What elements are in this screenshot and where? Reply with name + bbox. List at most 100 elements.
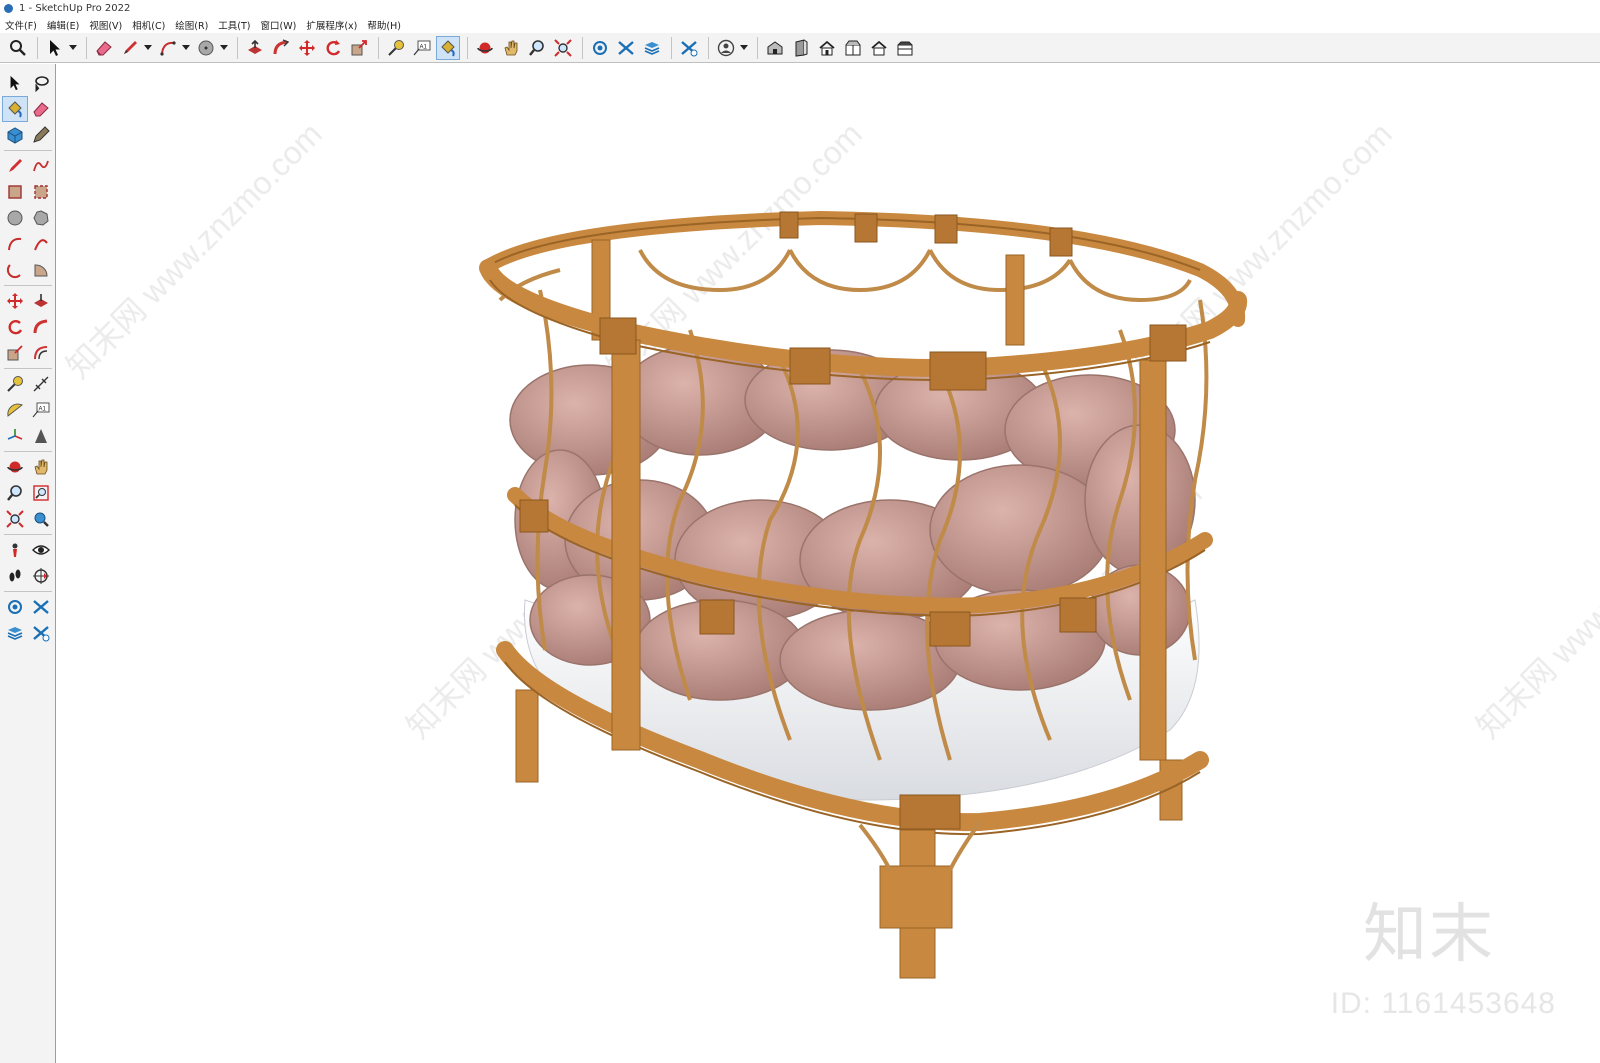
tag-icon xyxy=(33,126,50,143)
3d-warehouse-button[interactable] xyxy=(588,36,612,60)
search-icon xyxy=(10,39,26,56)
lt-dimension-button[interactable] xyxy=(28,371,54,397)
top-view-button[interactable] xyxy=(841,36,865,60)
user-account-button[interactable] xyxy=(714,36,738,60)
lt-pie-button[interactable] xyxy=(28,257,54,283)
large-tool-set-toolbar: A1 xyxy=(0,64,56,1063)
scale-tool-button[interactable] xyxy=(347,36,371,60)
right-view-button[interactable] xyxy=(789,36,813,60)
select-tool-button[interactable] xyxy=(43,36,67,60)
lt-tag-button[interactable] xyxy=(28,122,54,148)
lt-polygon-button[interactable] xyxy=(28,205,54,231)
pan-tool-button[interactable] xyxy=(499,36,523,60)
menu-window[interactable]: 窗口(W) xyxy=(261,18,297,32)
line-dropdown-button[interactable] xyxy=(144,36,152,60)
menu-camera[interactable]: 相机(C) xyxy=(132,18,165,32)
lt-make-component-button[interactable] xyxy=(2,122,28,148)
rotate-tool-button[interactable] xyxy=(321,36,345,60)
push-pull-icon xyxy=(248,39,262,54)
lt-select-button[interactable] xyxy=(2,70,28,96)
menu-tools[interactable]: 工具(T) xyxy=(218,18,250,32)
search-button[interactable] xyxy=(6,36,30,60)
shape-tool-button[interactable] xyxy=(194,36,218,60)
iso-view-button[interactable] xyxy=(763,36,787,60)
layers-icon xyxy=(7,627,23,640)
zoom-tool-button[interactable] xyxy=(525,36,549,60)
lt-rotate-button[interactable] xyxy=(2,314,28,340)
left-view-button[interactable] xyxy=(893,36,917,60)
hand-icon xyxy=(34,459,48,475)
select-dropdown-button[interactable] xyxy=(69,36,77,60)
menu-extensions[interactable]: 扩展程序(x) xyxy=(306,18,357,32)
lt-2point-arc-button[interactable] xyxy=(28,231,54,257)
arc-dropdown-button[interactable] xyxy=(182,36,190,60)
move-tool-button[interactable] xyxy=(295,36,319,60)
lt-offset-button[interactable] xyxy=(28,340,54,366)
text-tool-button[interactable]: A1 xyxy=(410,36,434,60)
lt-rotated-rectangle-button[interactable] xyxy=(28,179,54,205)
orbit-tool-button[interactable] xyxy=(473,36,497,60)
lt-3d-text-button[interactable] xyxy=(28,423,54,449)
lt-eraser-button[interactable] xyxy=(28,96,54,122)
modeling-viewport[interactable]: 知末网 www.znzmo.com 知末网 www.znzmo.com 知末网 … xyxy=(57,64,1600,1063)
shape-dropdown-button[interactable] xyxy=(220,36,228,60)
lt-extension-warehouse-button[interactable] xyxy=(28,594,54,620)
lt-pan-button[interactable] xyxy=(28,454,54,480)
back-view-button[interactable] xyxy=(867,36,891,60)
move-arrows-icon xyxy=(7,293,23,309)
zoom-extents-icon xyxy=(6,510,24,528)
lt-zoom-button[interactable] xyxy=(2,480,28,506)
lt-3point-arc-button[interactable] xyxy=(2,257,28,283)
lt-layout-button[interactable] xyxy=(2,620,28,646)
lt-follow-me-button[interactable] xyxy=(28,314,54,340)
svg-text:A1: A1 xyxy=(420,44,428,50)
lt-text-button[interactable]: A1 xyxy=(28,397,54,423)
arc-tool-button[interactable] xyxy=(156,36,180,60)
lt-rectangle-button[interactable] xyxy=(2,179,28,205)
push-pull-tool-button[interactable] xyxy=(243,36,267,60)
lt-paint-bucket-button[interactable] xyxy=(2,96,28,122)
lt-tape-measure-button[interactable] xyxy=(2,371,28,397)
tape-measure-tool-button[interactable] xyxy=(384,36,408,60)
eraser-tool-button[interactable] xyxy=(92,36,116,60)
paint-bucket-tool-button[interactable] xyxy=(436,35,460,60)
lt-look-around-button[interactable] xyxy=(28,537,54,563)
lt-walk-button[interactable] xyxy=(2,563,28,589)
lt-extension-manager-button[interactable] xyxy=(28,620,54,646)
menu-edit[interactable]: 编辑(E) xyxy=(47,18,79,32)
lt-axes-button[interactable] xyxy=(2,423,28,449)
lt-previous-view-button[interactable] xyxy=(28,506,54,532)
follow-me-tool-button[interactable] xyxy=(269,36,293,60)
line-tool-button[interactable] xyxy=(118,36,142,60)
zoom-extents-tool-button[interactable] xyxy=(551,36,575,60)
lt-lasso-button[interactable] xyxy=(28,70,54,96)
menu-help[interactable]: 帮助(H) xyxy=(367,18,401,32)
lt-scale-button[interactable] xyxy=(2,340,28,366)
lt-protractor-button[interactable] xyxy=(2,397,28,423)
lt-move-button[interactable] xyxy=(2,288,28,314)
layout-button[interactable] xyxy=(640,36,664,60)
hand-icon xyxy=(504,40,518,55)
menu-view[interactable]: 视图(V) xyxy=(89,18,122,32)
user-dropdown-button[interactable] xyxy=(740,36,748,60)
lt-line-button[interactable] xyxy=(2,153,28,179)
menu-draw[interactable]: 绘图(R) xyxy=(175,18,208,32)
toolbar-separator xyxy=(582,36,583,59)
lt-position-camera-button[interactable] xyxy=(2,537,28,563)
rotated-rectangle-icon xyxy=(34,185,48,199)
lt-orbit-button[interactable] xyxy=(2,454,28,480)
rattan-crib-model[interactable] xyxy=(479,210,1248,979)
lt-circle-button[interactable] xyxy=(2,205,28,231)
front-view-button[interactable] xyxy=(815,36,839,60)
send-to-layout-button[interactable] xyxy=(677,36,701,60)
orbit-icon xyxy=(477,42,493,53)
lt-zoom-window-button[interactable] xyxy=(28,480,54,506)
lt-push-pull-button[interactable] xyxy=(28,288,54,314)
menu-file[interactable]: 文件(F) xyxy=(5,18,37,32)
extension-warehouse-button[interactable] xyxy=(614,36,638,60)
lt-arc-button[interactable] xyxy=(2,231,28,257)
lt-section-plane-button[interactable] xyxy=(28,563,54,589)
lt-zoom-extents-button[interactable] xyxy=(2,506,28,532)
lt-freehand-button[interactable] xyxy=(28,153,54,179)
lt-3d-warehouse-button[interactable] xyxy=(2,594,28,620)
